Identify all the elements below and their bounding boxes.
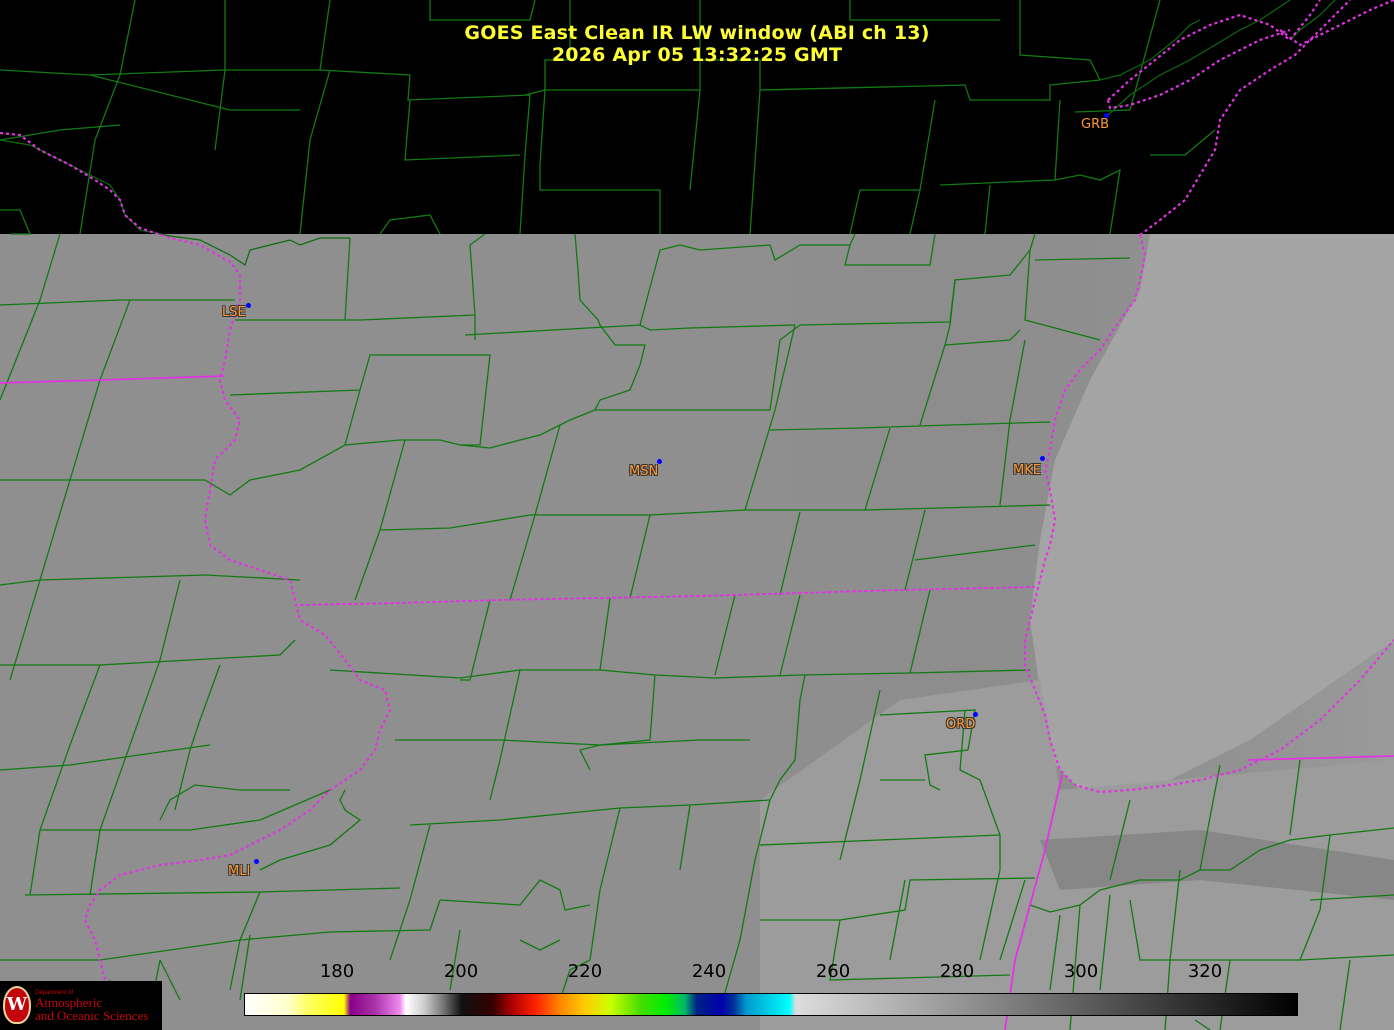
temperature-colorbar [244, 993, 1298, 1016]
station-label-grb: GRB [1081, 117, 1110, 132]
station-label-mli: MLI [228, 864, 251, 879]
colorbar-tick-label: 300 [1063, 961, 1099, 982]
image-title: GOES East Clean IR LW window (ABI ch 13) [464, 22, 930, 44]
image-timestamp: 2026 Apr 05 13:32:25 GMT [551, 44, 843, 66]
colorbar-tick-label: 260 [815, 961, 851, 982]
logo-name-line2: and Oceanic Sciences [35, 1008, 149, 1023]
station-label-msn: MSN [629, 464, 659, 479]
map-canvas [0, 0, 1394, 1030]
station-label-lse: LSE [222, 305, 246, 320]
colorbar-tick-label: 320 [1187, 961, 1223, 982]
colorbar-tick-label: 180 [319, 961, 355, 982]
colorbar-tick-label: 200 [443, 961, 479, 982]
station-marker-lse [246, 303, 251, 308]
station-marker-mke [1040, 456, 1045, 461]
uw-seal-icon: W [3, 986, 31, 1024]
colorbar-tick-label: 280 [939, 961, 975, 982]
logo-name-text: Atmospheric and Oceanic Sciences [35, 996, 148, 1022]
aos-logo: W Department of Atmospheric and Oceanic … [0, 981, 162, 1030]
colorbar-tick-label: 220 [567, 961, 603, 982]
colorbar-tick-label: 240 [691, 961, 727, 982]
station-marker-mli [254, 859, 259, 864]
station-label-ord: ORD [946, 717, 976, 732]
station-label-mke: MKE [1013, 463, 1041, 478]
satellite-image: GOES East Clean IR LW window (ABI ch 13)… [0, 0, 1394, 1030]
